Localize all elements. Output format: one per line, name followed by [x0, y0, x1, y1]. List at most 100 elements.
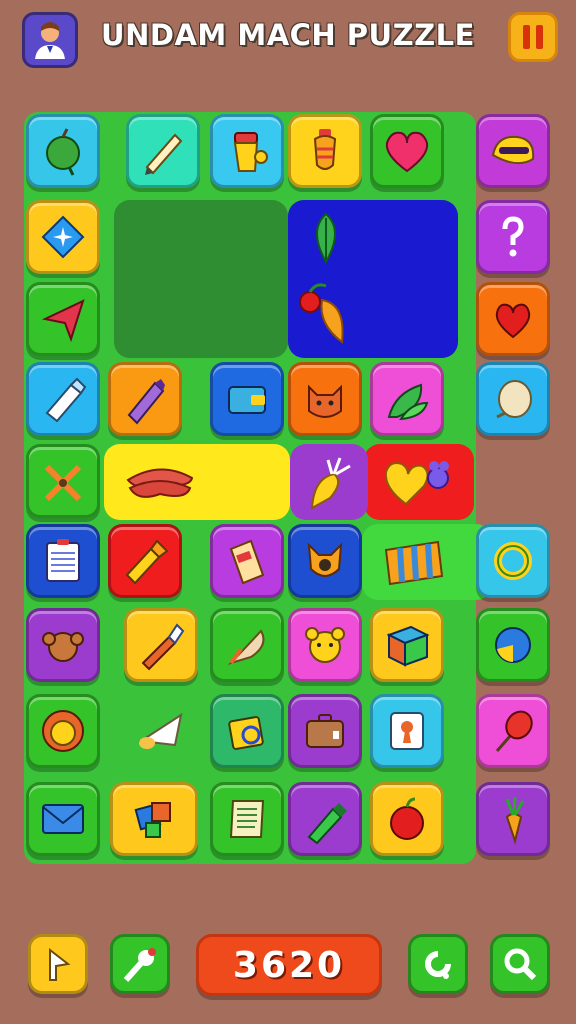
heart-blob-icon: [384, 461, 449, 506]
lion-tile[interactable]: [26, 694, 100, 768]
heart-tile[interactable]: [370, 114, 444, 188]
crayon-tile[interactable]: [108, 362, 182, 436]
carrot-tools-icon: [44, 464, 82, 502]
leaves-tile[interactable]: [370, 362, 444, 436]
question-mark-tile[interactable]: [476, 200, 550, 274]
calendar-tile[interactable]: [26, 524, 100, 598]
lantern-icon: [313, 129, 337, 170]
bacon-strips-icon: [126, 468, 194, 498]
avatar-button[interactable]: [22, 12, 78, 68]
bottle-icon: [45, 377, 87, 423]
flashlight-icon: [125, 539, 169, 585]
lantern-tile[interactable]: [288, 114, 362, 188]
envelope-tile[interactable]: [26, 782, 100, 856]
pie-ball-icon: [495, 627, 531, 663]
marker-icon: [307, 803, 347, 845]
briefcase-icon: [306, 714, 344, 748]
radish-tile[interactable]: [476, 782, 550, 856]
back-flag-icon: [49, 947, 71, 981]
crayon-icon: [127, 379, 165, 425]
carrot-tools-tile[interactable]: [26, 444, 100, 518]
game-title: UNDAM MACH PUZZLE: [101, 18, 475, 52]
shell-icon: [227, 629, 265, 666]
boxes-icon: [384, 540, 444, 586]
dog-icon: [307, 542, 343, 577]
pause-button[interactable]: [508, 12, 558, 62]
arrow-tile[interactable]: [26, 282, 100, 356]
ice-cream-tile[interactable]: [476, 694, 550, 768]
cat-tile[interactable]: [288, 362, 362, 436]
ring-icon: [494, 542, 532, 580]
envelope-icon: [42, 804, 84, 834]
wallet-icon: [228, 386, 266, 414]
ring-tile[interactable]: [476, 524, 550, 598]
dog-tile[interactable]: [288, 524, 362, 598]
bottle-tile[interactable]: [26, 362, 100, 436]
pause-icon: [523, 25, 543, 49]
restart-button[interactable]: [408, 934, 468, 994]
lion-icon: [42, 710, 84, 752]
notepad-tile[interactable]: [210, 782, 284, 856]
egg-tile[interactable]: [476, 362, 550, 436]
search-icon: [504, 948, 537, 981]
red-apple-tile[interactable]: [370, 782, 444, 856]
green-apple-tile[interactable]: [26, 114, 100, 188]
heart-icon: [385, 131, 429, 173]
leaves-icon: [387, 383, 429, 421]
diamond-tile[interactable]: [26, 200, 100, 274]
leaf-icon: [316, 212, 336, 265]
egg-icon: [496, 380, 532, 419]
search-button[interactable]: [490, 934, 550, 994]
red-apple-icon: [390, 797, 424, 840]
pie-ball-tile[interactable]: [476, 608, 550, 682]
score-display: 3620: [196, 934, 382, 996]
hint-button[interactable]: [110, 934, 170, 994]
sunglasses-creature-icon: [491, 135, 535, 165]
cube-tile[interactable]: [370, 608, 444, 682]
player-avatar-icon: [35, 22, 65, 59]
flashlight-tile[interactable]: [108, 524, 182, 598]
blocks-tile[interactable]: [110, 782, 198, 856]
blocks-icon: [134, 802, 171, 838]
calendar-icon: [46, 539, 80, 582]
spiral-box-tile[interactable]: [210, 694, 284, 768]
cup-icon: [233, 132, 268, 172]
pencil-tile[interactable]: [126, 114, 200, 188]
cube-icon: [386, 625, 430, 667]
radish-icon: [505, 796, 525, 845]
brush-tile[interactable]: [124, 608, 198, 682]
monkey-icon: [42, 632, 84, 662]
cup-tile[interactable]: [210, 114, 284, 188]
spiral-box-icon: [228, 716, 264, 750]
pencil-icon: [145, 133, 183, 175]
magic-wand-icon: [123, 948, 156, 982]
monkey-tile[interactable]: [26, 608, 100, 682]
question-mark-icon: [502, 216, 524, 257]
notepad-icon: [229, 800, 265, 838]
radish-sprout-icon: [310, 457, 351, 510]
keyhole-tile[interactable]: [370, 694, 444, 768]
ice-cream-icon: [495, 710, 533, 752]
sunglasses-creature-tile[interactable]: [476, 114, 550, 188]
green-apple-icon: [46, 128, 80, 176]
briefcase-tile[interactable]: [288, 694, 362, 768]
carrot-cherry-icon: [299, 283, 344, 344]
tube-tile[interactable]: [210, 524, 284, 598]
bear-face-icon: [305, 627, 345, 663]
marker-tile[interactable]: [288, 782, 362, 856]
tube-icon: [229, 539, 265, 585]
bear-face-tile[interactable]: [288, 608, 362, 682]
red-heart-tile[interactable]: [476, 282, 550, 356]
brush-icon: [141, 623, 185, 671]
red-heart-icon: [495, 303, 531, 339]
cleared-dark-green-region: [114, 200, 288, 358]
refresh-icon: [425, 951, 451, 979]
wallet-tile[interactable]: [210, 362, 284, 436]
cone-tile[interactable]: [124, 694, 198, 768]
keyhole-icon: [390, 712, 424, 750]
cat-icon: [308, 384, 342, 418]
cone-icon: [138, 712, 183, 749]
arrow-icon: [41, 299, 85, 343]
shell-tile[interactable]: [210, 608, 284, 682]
back-button[interactable]: [28, 934, 88, 994]
